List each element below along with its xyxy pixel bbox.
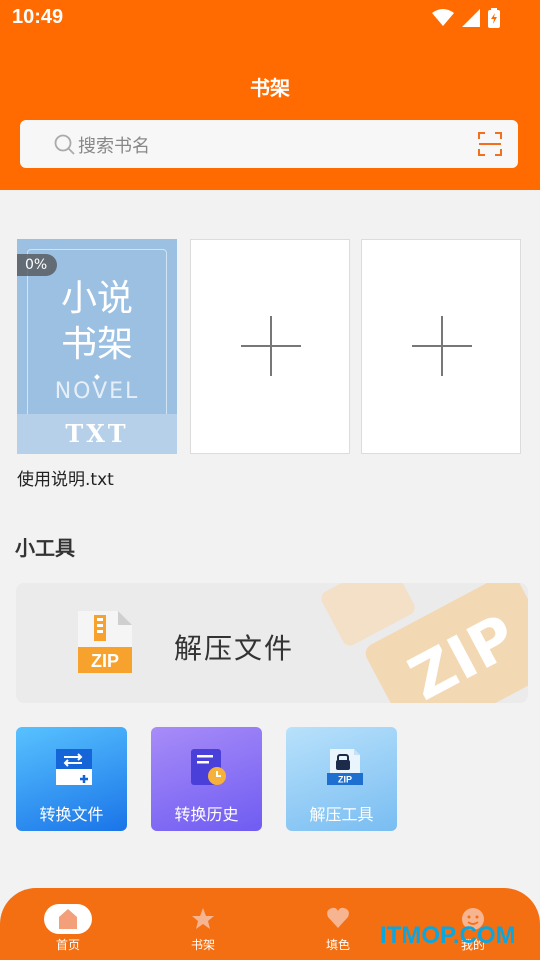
home-icon xyxy=(59,909,77,929)
status-bar: 10:49 xyxy=(0,0,540,36)
convert-file-label: 转换文件 xyxy=(39,805,104,824)
cover-format-band: TXT xyxy=(17,414,177,454)
unzip-tool-label: 解压工具 xyxy=(309,805,374,824)
convert-file-tile[interactable]: 转换文件 xyxy=(16,727,127,831)
search-icon xyxy=(54,134,76,160)
zip-file-icon: ZIP xyxy=(76,609,134,679)
unzip-file-card[interactable]: ZIP ZIP 解压文件 xyxy=(16,583,528,703)
unzip-file-label: 解压文件 xyxy=(174,632,295,665)
svg-text:ZIP: ZIP xyxy=(91,651,119,671)
convert-history-label: 转换历史 xyxy=(174,805,239,824)
convert-history-icon xyxy=(189,747,229,791)
book-cover[interactable]: 小说 书架 NOVEL TXT 0% xyxy=(17,239,177,454)
heart-icon xyxy=(327,907,349,928)
cover-title-line1: 小说 xyxy=(60,278,133,319)
plus-icon xyxy=(412,316,472,376)
app-header: 10:49 书架 搜索书名 xyxy=(0,0,540,190)
search-bar[interactable]: 搜索书名 xyxy=(20,120,518,168)
nav-label-bookshelf: 书架 xyxy=(190,938,215,952)
convert-file-icon xyxy=(54,747,94,791)
convert-history-tile[interactable]: 转换历史 xyxy=(151,727,262,831)
status-time: 10:49 xyxy=(12,6,64,28)
signal-icon xyxy=(462,9,480,27)
site-watermark: ITMOP.COM xyxy=(380,922,516,949)
star-icon xyxy=(192,908,214,929)
page-title: 书架 xyxy=(250,76,290,100)
status-icons xyxy=(432,6,500,30)
progress-badge: 0% xyxy=(17,254,58,276)
nav-label-home: 首页 xyxy=(55,938,80,952)
tools-section-title: 小工具 xyxy=(15,536,75,560)
scan-icon[interactable] xyxy=(478,132,502,160)
unzip-tool-tile[interactable]: ZIP 解压工具 xyxy=(286,727,397,831)
battery-icon xyxy=(488,8,500,28)
plus-icon xyxy=(241,316,301,376)
add-book-slot[interactable] xyxy=(361,239,521,454)
add-book-slot[interactable] xyxy=(190,239,350,454)
book-name[interactable]: 使用说明.txt xyxy=(17,465,114,490)
nav-label-coloring: 填色 xyxy=(325,938,350,952)
wifi-icon xyxy=(432,9,454,26)
cover-title-line2: 书架 xyxy=(60,324,133,365)
cover-subtitle: NOVEL xyxy=(54,379,140,404)
search-input[interactable]: 搜索书名 xyxy=(78,132,150,158)
svg-text:ZIP: ZIP xyxy=(338,775,352,785)
unzip-tool-icon: ZIP xyxy=(324,747,364,791)
